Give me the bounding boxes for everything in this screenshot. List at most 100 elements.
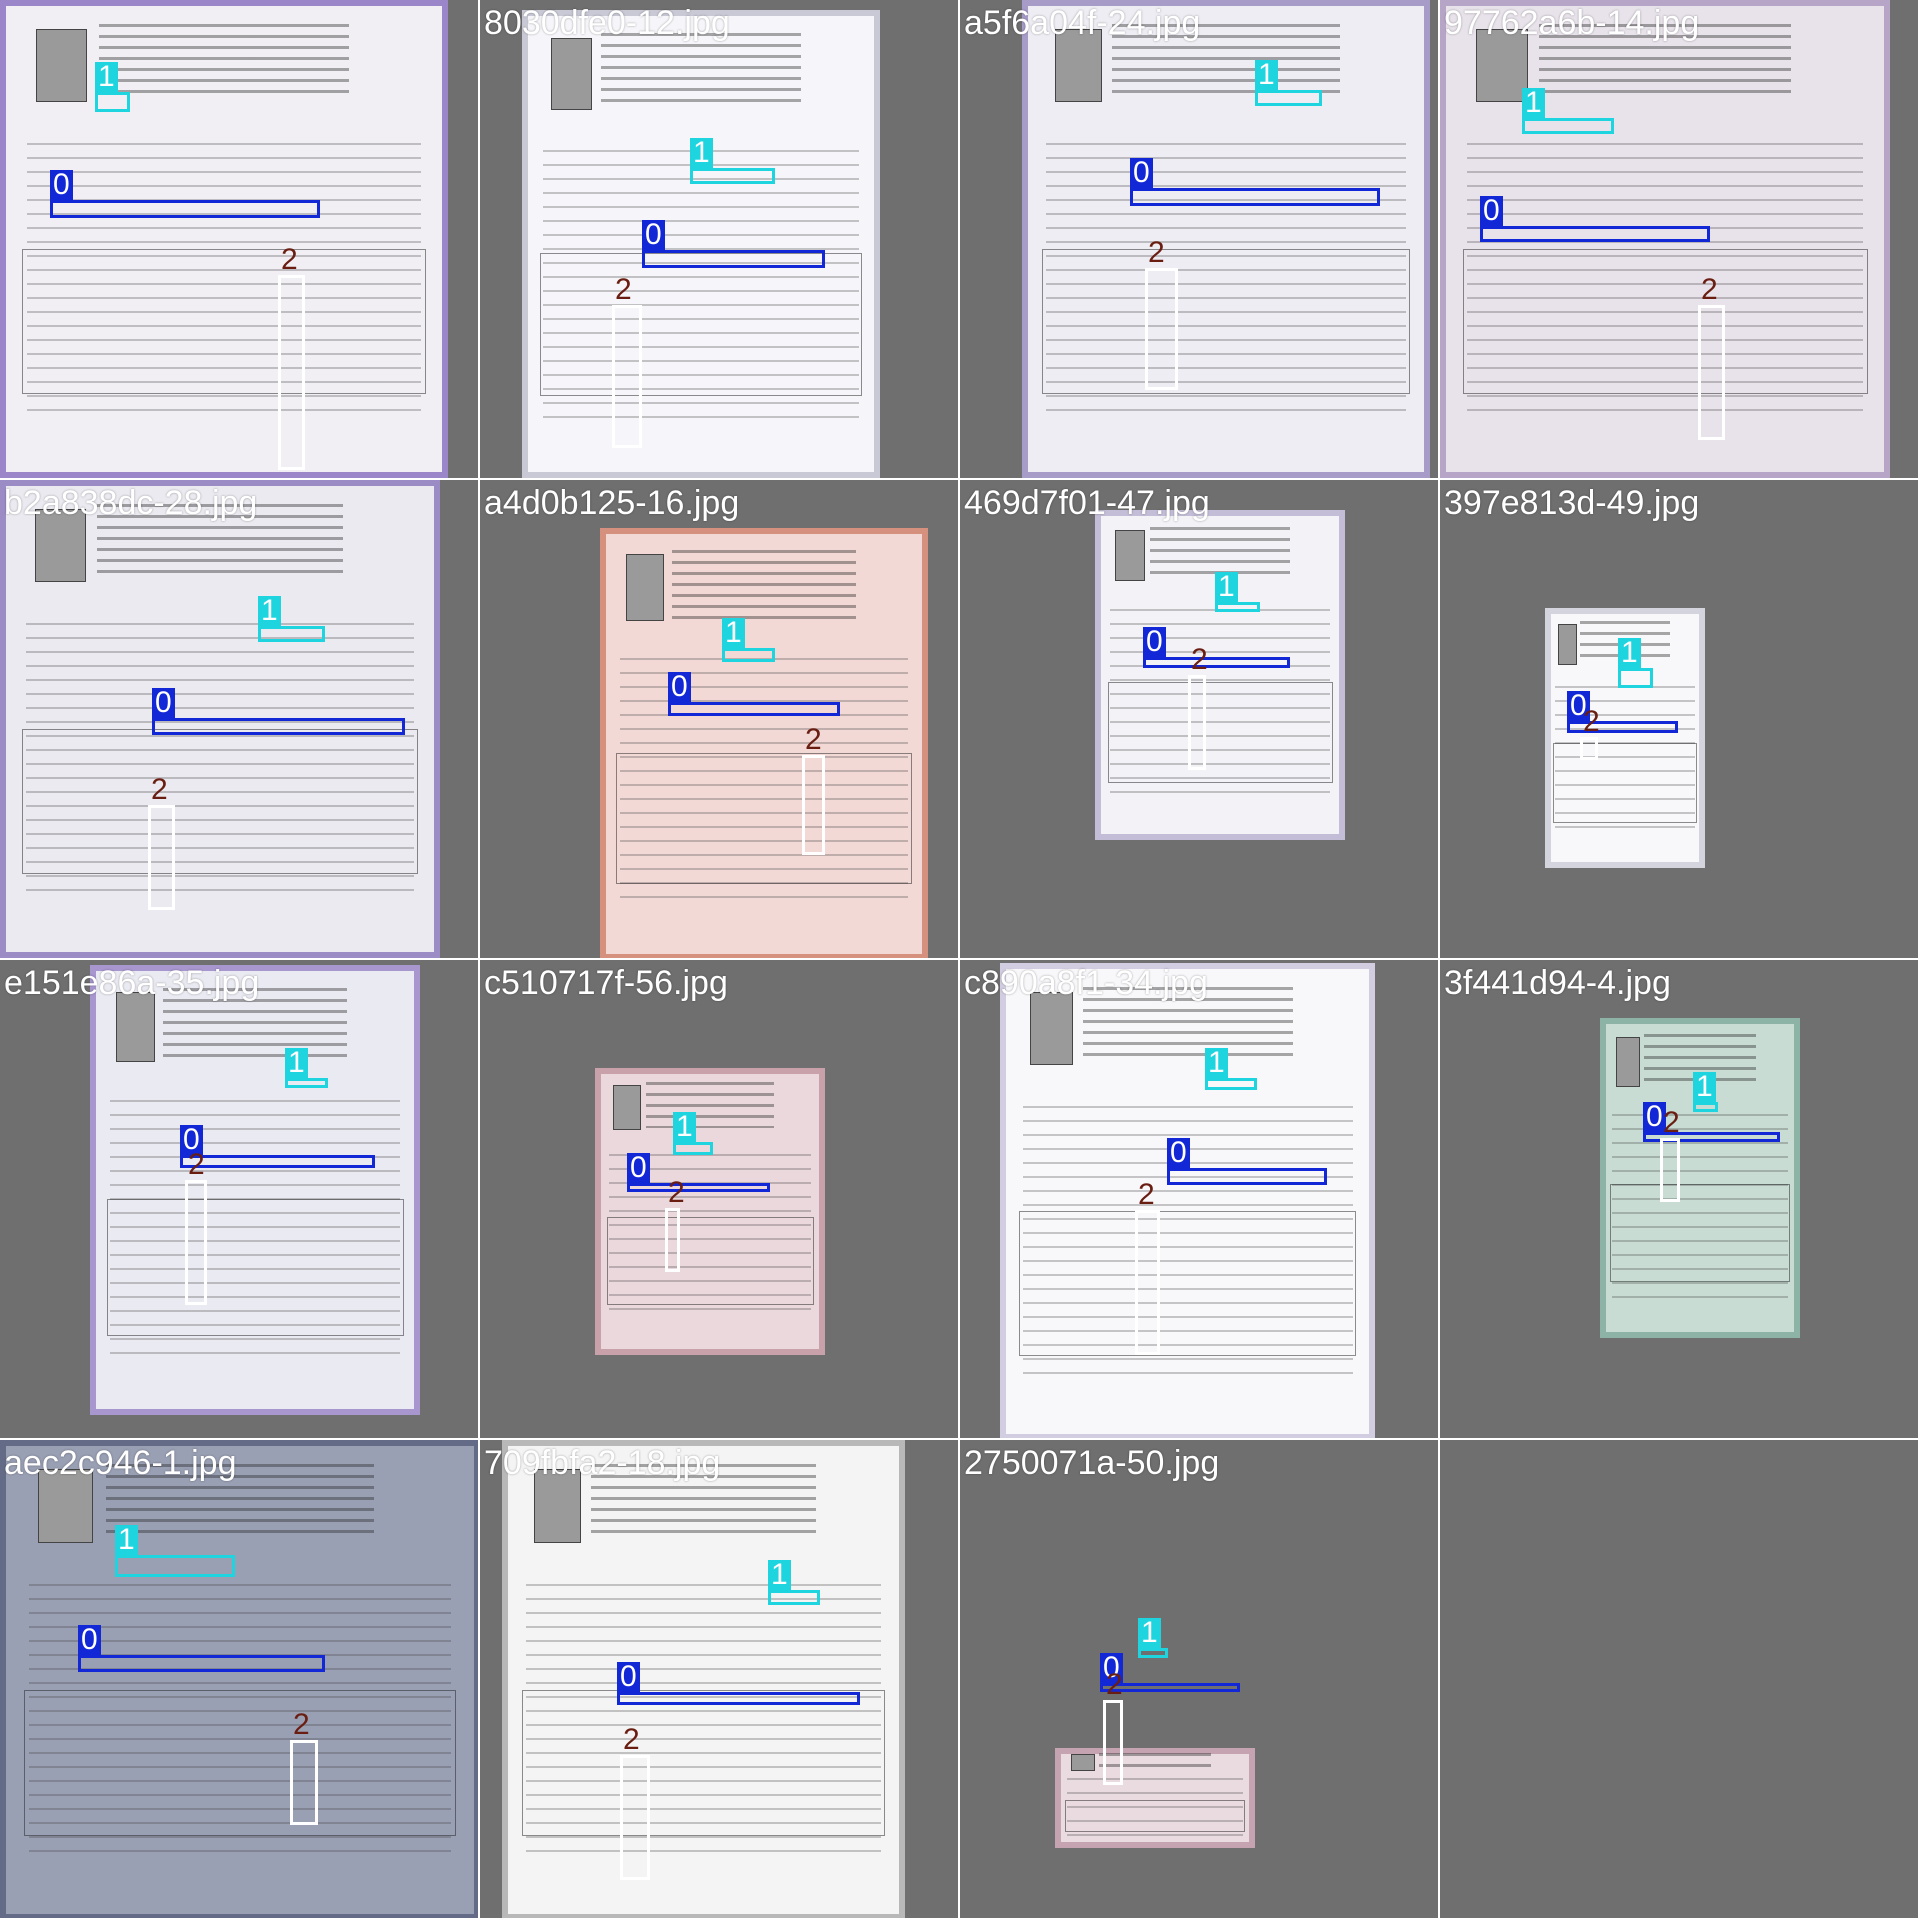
image-tile: 0 1 2 e151e86a-35.jpg bbox=[0, 960, 478, 1438]
detection-box-2 bbox=[148, 805, 175, 910]
detection-label: 0 bbox=[617, 1662, 640, 1692]
image-tile: 0 1 2 b2a838dc-28.jpg bbox=[0, 480, 478, 958]
detection-box-1 bbox=[690, 168, 775, 184]
image-tile: 0 1 2 c890a8f1-34.jpg bbox=[960, 960, 1438, 1438]
detection-box-0 bbox=[180, 1155, 375, 1168]
detection-label: 1 bbox=[115, 1525, 138, 1555]
detection-label: 2 bbox=[1148, 236, 1165, 269]
certificate-document bbox=[595, 1068, 825, 1355]
tile-filename: c510717f-56.jpg bbox=[484, 964, 728, 1002]
certificate-document bbox=[1600, 1018, 1800, 1338]
detection-label: 2 bbox=[615, 273, 632, 306]
detection-box-2 bbox=[802, 755, 825, 855]
detection-box-0 bbox=[642, 250, 825, 268]
detection-box-0 bbox=[668, 702, 840, 716]
doc-table bbox=[1018, 1211, 1357, 1357]
certificate-document bbox=[522, 10, 880, 478]
doc-photo bbox=[1115, 529, 1145, 582]
detection-label: 1 bbox=[690, 138, 713, 168]
doc-photo bbox=[613, 1085, 641, 1131]
detection-label: 1 bbox=[673, 1112, 696, 1142]
doc-photo bbox=[35, 28, 88, 103]
image-tile bbox=[1440, 1440, 1918, 1918]
certificate-document bbox=[1055, 1748, 1255, 1848]
detection-box-1 bbox=[768, 1590, 820, 1605]
detection-box-0 bbox=[50, 200, 320, 218]
doc-head bbox=[98, 23, 350, 101]
detection-box-0 bbox=[1480, 226, 1710, 242]
detection-box-0 bbox=[152, 718, 405, 735]
doc-table bbox=[1610, 1184, 1790, 1283]
detection-label: 0 bbox=[50, 170, 73, 200]
detection-label: 0 bbox=[1480, 196, 1503, 226]
detection-box-1 bbox=[1215, 602, 1260, 612]
image-tile: 0 1 2 97762a6b-14.jpg bbox=[1440, 0, 1918, 478]
image-tile: 0 1 2 bbox=[0, 0, 478, 478]
doc-table bbox=[606, 1217, 814, 1306]
detection-label: 1 bbox=[1618, 638, 1641, 668]
detection-label: 2 bbox=[1138, 1178, 1155, 1211]
certificate-document bbox=[0, 1440, 478, 1918]
detection-label: 2 bbox=[1663, 1106, 1680, 1139]
doc-table bbox=[1065, 1800, 1245, 1832]
doc-table bbox=[1042, 248, 1410, 394]
tile-filename: 469d7f01-47.jpg bbox=[964, 484, 1210, 522]
mosaic-grid: 0 1 2 0 1 2 8030dfe0-12.jpg 0 1 2 a5f6a04f-24.jpg 0… bbox=[0, 0, 1920, 1920]
detection-box-2 bbox=[1698, 305, 1725, 440]
detection-box-0 bbox=[1167, 1168, 1327, 1185]
detection-label: 1 bbox=[1215, 572, 1238, 602]
detection-label: 0 bbox=[152, 688, 175, 718]
tile-filename: e151e86a-35.jpg bbox=[4, 964, 260, 1002]
detection-label: 0 bbox=[642, 220, 665, 250]
image-tile: 0 1 2 709fbfa2-18.jpg bbox=[480, 1440, 958, 1918]
doc-head bbox=[672, 549, 856, 619]
detection-box-1 bbox=[285, 1078, 328, 1088]
detection-label: 1 bbox=[95, 62, 118, 92]
detection-label: 0 bbox=[78, 1625, 101, 1655]
detection-label: 2 bbox=[1701, 273, 1718, 306]
image-tile: 0 1 2 8030dfe0-12.jpg bbox=[480, 0, 958, 478]
detection-label: 1 bbox=[1255, 60, 1278, 90]
tile-filename: 3f441d94-4.jpg bbox=[1444, 964, 1671, 1002]
image-tile: 0 1 2 469d7f01-47.jpg bbox=[960, 480, 1438, 958]
detection-box-0 bbox=[1143, 657, 1290, 668]
detection-label: 0 bbox=[1130, 158, 1153, 188]
detection-box-2 bbox=[1188, 675, 1206, 770]
detection-box-1 bbox=[1522, 118, 1614, 134]
certificate-document bbox=[0, 0, 448, 478]
detection-box-2 bbox=[665, 1208, 680, 1272]
detection-label: 1 bbox=[768, 1560, 791, 1590]
tile-filename: a5f6a04f-24.jpg bbox=[964, 4, 1201, 42]
image-tile: 0 1 2 a5f6a04f-24.jpg bbox=[960, 0, 1438, 478]
detection-label: 2 bbox=[293, 1708, 310, 1741]
detection-label: 2 bbox=[1191, 643, 1208, 676]
doc-photo bbox=[1557, 623, 1578, 665]
detection-box-2 bbox=[1135, 1210, 1160, 1355]
detection-box-1 bbox=[673, 1142, 713, 1155]
detection-box-1 bbox=[1693, 1102, 1718, 1112]
detection-box-2 bbox=[290, 1740, 318, 1825]
doc-table bbox=[1553, 743, 1697, 824]
detection-label: 1 bbox=[258, 596, 281, 626]
tile-filename: 397e813d-49.jpg bbox=[1444, 484, 1700, 522]
detection-label: 2 bbox=[805, 723, 822, 756]
doc-photo bbox=[550, 38, 592, 111]
tile-filename: 709fbfa2-18.jpg bbox=[484, 1444, 721, 1482]
image-tile: 0 1 2 3f441d94-4.jpg bbox=[1440, 960, 1918, 1438]
doc-head bbox=[600, 33, 802, 109]
tile-filename: b2a838dc-28.jpg bbox=[4, 484, 258, 522]
doc-photo bbox=[626, 553, 665, 621]
detection-label: 0 bbox=[627, 1153, 650, 1183]
detection-box-1 bbox=[1618, 668, 1653, 688]
doc-table bbox=[522, 1689, 885, 1836]
detection-box-2 bbox=[1580, 737, 1598, 760]
detection-box-1 bbox=[1255, 90, 1322, 106]
detection-box-0 bbox=[617, 1692, 860, 1705]
doc-table bbox=[106, 1199, 404, 1336]
detection-box-2 bbox=[1660, 1138, 1680, 1202]
detection-label: 0 bbox=[1143, 627, 1166, 657]
detection-box-1 bbox=[95, 92, 130, 112]
certificate-document bbox=[1000, 963, 1375, 1438]
detection-box-2 bbox=[620, 1755, 650, 1880]
detection-box-2 bbox=[612, 305, 642, 448]
